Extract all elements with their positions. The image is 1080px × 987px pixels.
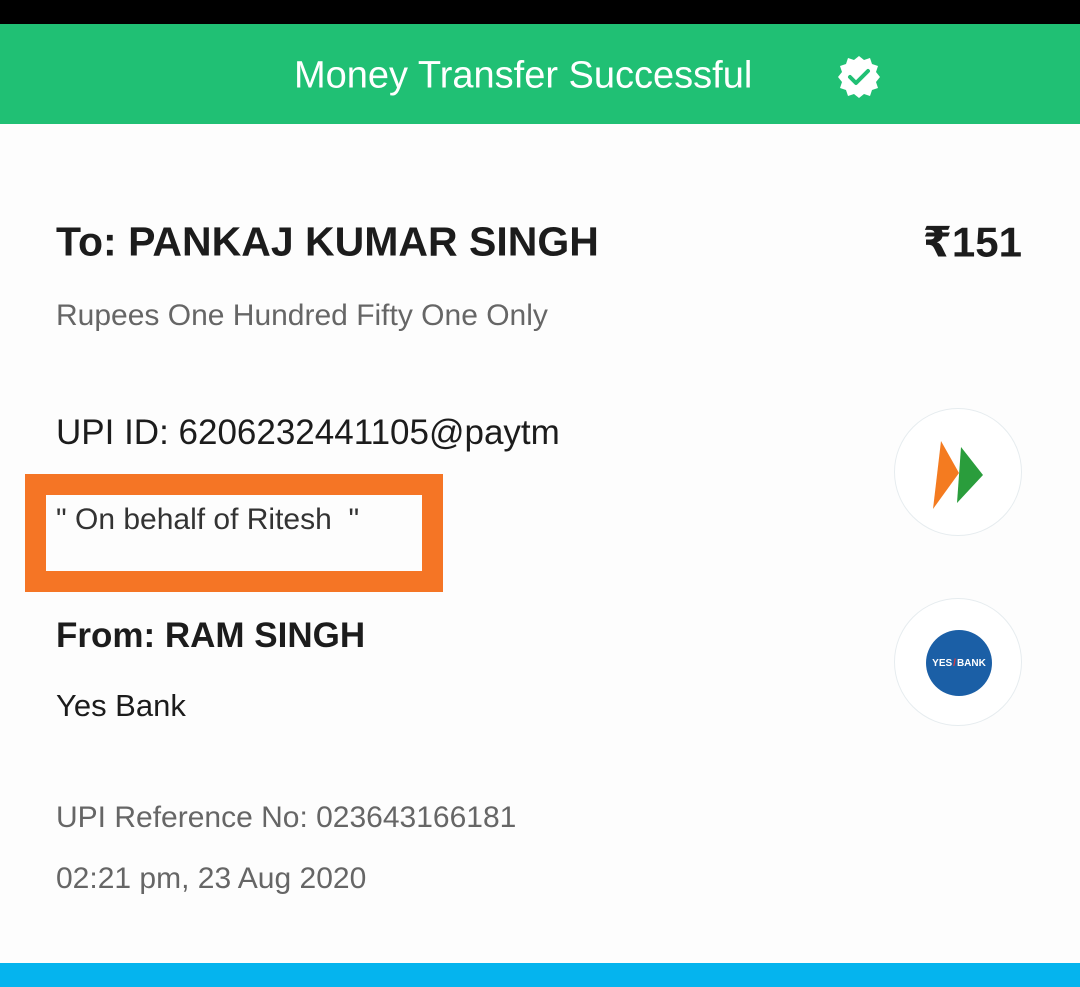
bottom-bar	[0, 963, 1080, 987]
status-bar	[0, 0, 1080, 24]
upi-logo	[894, 408, 1022, 536]
yes-bank-logo-icon: YES / BANK	[926, 630, 992, 696]
recipient-name: To: PANKAJ KUMAR SINGH	[56, 218, 599, 265]
success-header: Money Transfer Successful	[0, 24, 1080, 124]
sender-bank: Yes Bank	[56, 688, 186, 723]
recipient-upi-id: UPI ID: 6206232441105@paytm	[56, 413, 560, 452]
upi-logo-icon	[933, 441, 983, 509]
upi-reference-number: UPI Reference No: 023643166181	[56, 801, 517, 834]
payment-note: " On behalf of Ritesh "	[56, 503, 360, 536]
amount-in-words: Rupees One Hundred Fifty One Only	[56, 299, 548, 332]
transaction-datetime: 02:21 pm, 23 Aug 2020	[56, 862, 367, 895]
amount: ₹151	[922, 218, 1022, 266]
bank-logo-text-bank: BANK	[956, 657, 986, 669]
sender-name: From: RAM SINGH	[56, 616, 366, 655]
bank-logo: YES / BANK	[894, 598, 1022, 726]
verified-badge-icon	[838, 56, 880, 98]
page-title: Money Transfer Successful	[294, 54, 753, 97]
bank-logo-text-yes: YES	[932, 657, 953, 669]
